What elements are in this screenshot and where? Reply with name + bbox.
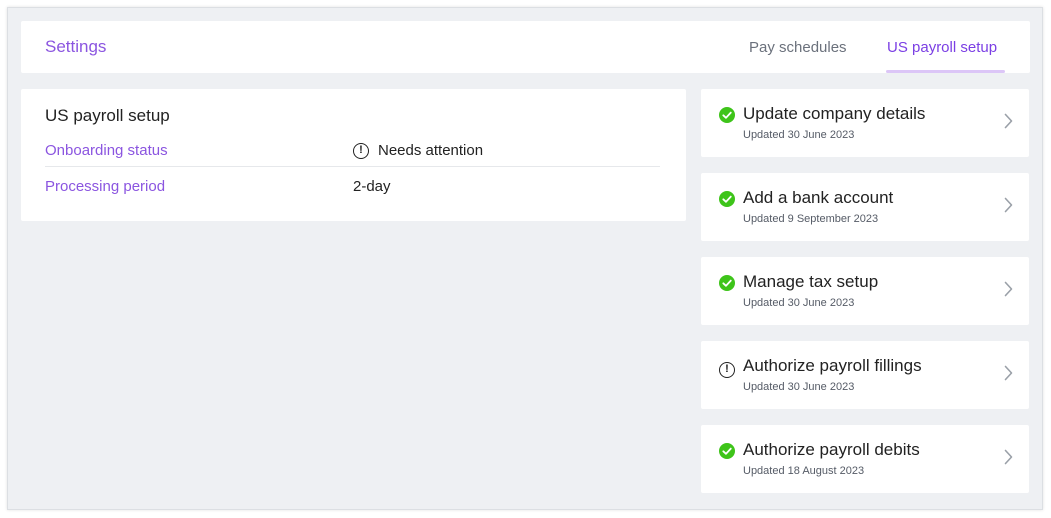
- step-updated-date: Updated 9 September 2023: [743, 213, 879, 225]
- chevron-right-icon: [1004, 197, 1013, 213]
- active-tab-indicator: [886, 70, 1005, 73]
- tab-pay-schedules[interactable]: Pay schedules: [749, 39, 847, 56]
- check-circle-icon: [719, 275, 735, 291]
- processing-period-label: Processing period: [45, 178, 166, 195]
- step-title: Manage tax setup: [743, 272, 879, 291]
- tab-us-payroll-setup[interactable]: US payroll setup: [887, 39, 997, 56]
- check-circle-icon: [719, 107, 735, 123]
- step-authorize-payroll-debits[interactable]: Authorize payroll debits Updated 18 Augu…: [701, 425, 1029, 493]
- chevron-right-icon: [1004, 281, 1013, 297]
- card-title: US payroll setup: [45, 106, 170, 125]
- chevron-right-icon: [1004, 365, 1013, 381]
- processing-period-text: 2-day: [353, 178, 391, 195]
- chevron-right-icon: [1004, 449, 1013, 465]
- processing-period-row: Processing period 2-day: [45, 172, 660, 202]
- processing-period-value: 2-day: [353, 178, 391, 195]
- alert-circle-icon: !: [353, 142, 369, 159]
- step-manage-tax-setup[interactable]: Manage tax setup Updated 30 June 2023: [701, 257, 1029, 325]
- step-title: Authorize payroll fillings: [743, 356, 922, 375]
- onboarding-status-row: Onboarding status ! Needs attention: [45, 136, 660, 167]
- step-update-company-details[interactable]: Update company details Updated 30 June 2…: [701, 89, 1029, 157]
- step-title: Update company details: [743, 104, 926, 123]
- onboarding-status-label: Onboarding status: [45, 142, 168, 159]
- setup-steps-list: Update company details Updated 30 June 2…: [701, 89, 1029, 509]
- check-circle-icon: [719, 191, 735, 207]
- step-updated-date: Updated 30 June 2023: [743, 381, 855, 393]
- header-bar: Settings Pay schedules US payroll setup: [21, 21, 1030, 73]
- step-updated-date: Updated 30 June 2023: [743, 129, 855, 141]
- chevron-right-icon: [1004, 113, 1013, 129]
- app-frame: Settings Pay schedules US payroll setup …: [7, 7, 1043, 510]
- step-add-bank-account[interactable]: Add a bank account Updated 9 September 2…: [701, 173, 1029, 241]
- onboarding-status-value: ! Needs attention: [353, 142, 483, 159]
- check-circle-icon: [719, 443, 735, 459]
- step-title: Authorize payroll debits: [743, 440, 920, 459]
- step-updated-date: Updated 18 August 2023: [743, 465, 865, 477]
- step-title: Add a bank account: [743, 188, 894, 207]
- step-authorize-payroll-fillings[interactable]: ! Authorize payroll fillings Updated 30 …: [701, 341, 1029, 409]
- alert-circle-icon: !: [719, 359, 735, 378]
- page-title: Settings: [45, 37, 107, 56]
- step-updated-date: Updated 30 June 2023: [743, 297, 855, 309]
- onboarding-status-text: Needs attention: [378, 142, 484, 159]
- payroll-setup-card: US payroll setup Onboarding status ! Nee…: [21, 89, 686, 221]
